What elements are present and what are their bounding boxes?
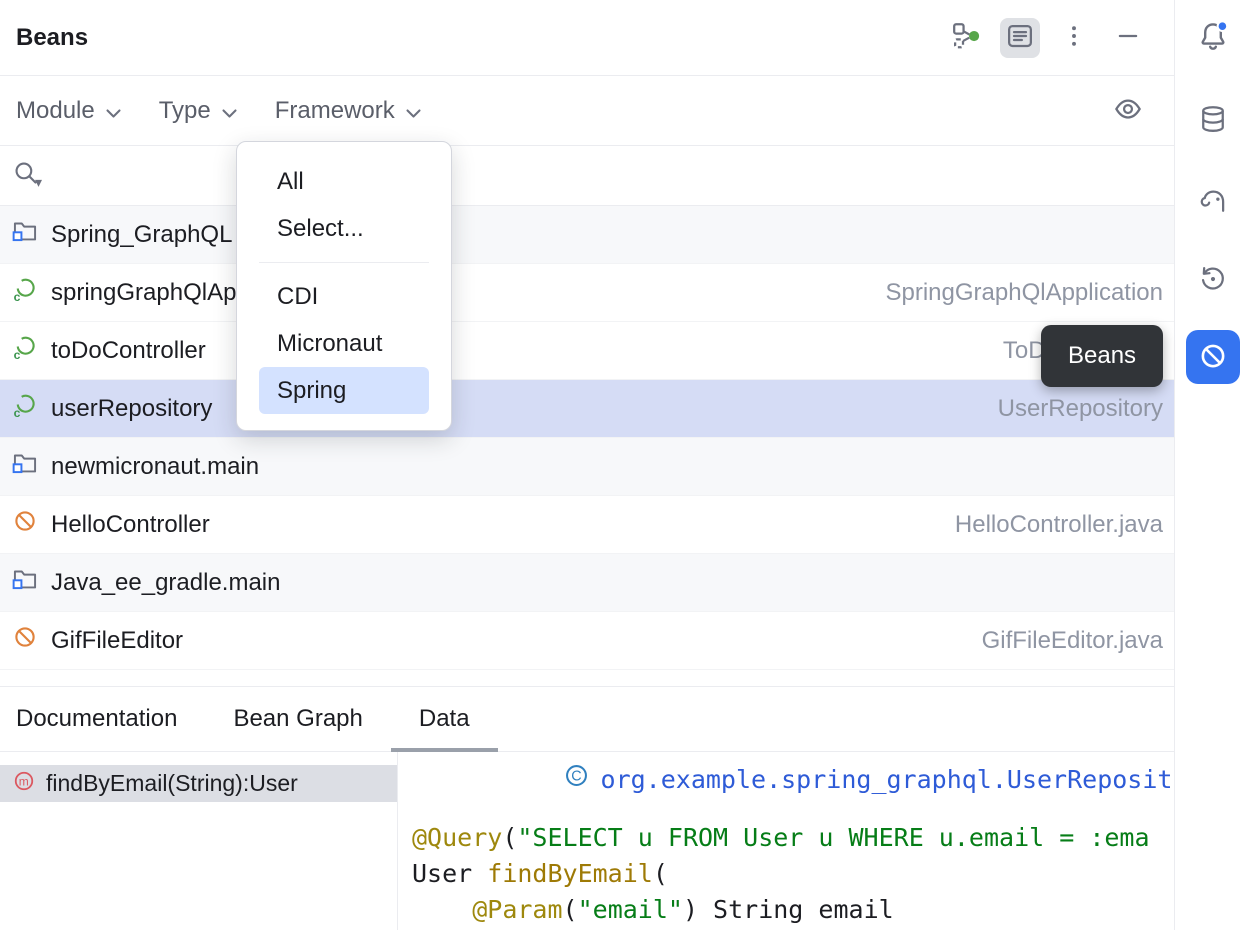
chevron-down-icon	[222, 97, 237, 125]
code-line: User findByEmail(	[412, 856, 1174, 892]
filter-bar: Module Type Framework	[0, 76, 1174, 146]
header-actions	[946, 18, 1148, 58]
svg-text:c: c	[14, 406, 21, 418]
more-options-button[interactable]	[1054, 18, 1094, 58]
chevron-down-icon	[406, 97, 421, 125]
bean-list-row[interactable]: GifFileEditor GifFileEditor.java	[0, 612, 1174, 670]
disabled-bean-icon	[12, 624, 38, 657]
eye-icon	[1113, 94, 1143, 127]
module-name: Java_ee_gradle.main	[51, 569, 281, 597]
tab-label: Documentation	[16, 705, 177, 733]
bean-graph-view-button[interactable]	[946, 18, 986, 58]
bean-list-row[interactable]: newmicronaut.main	[0, 438, 1174, 496]
gradle-elephant-icon	[1198, 186, 1228, 219]
module-folder-icon	[12, 566, 38, 599]
class-reference: org.example.spring_graphql.UserRepositor…	[601, 762, 1174, 798]
beans-tool-window: Beans	[0, 0, 1250, 930]
view-options-button[interactable]	[1108, 91, 1148, 131]
tab-data[interactable]: Data	[391, 687, 498, 751]
beans-tool-button[interactable]	[1186, 330, 1240, 384]
query-method-item[interactable]: m findByEmail(String):User	[0, 765, 397, 802]
spring-bean-icon: c	[12, 392, 38, 425]
database-icon	[1198, 104, 1228, 137]
method-signature: findByEmail(String):User	[46, 770, 298, 797]
module-name: Spring_GraphQL	[51, 221, 232, 249]
spring-bean-icon: c	[12, 276, 38, 309]
dropdown-item-select[interactable]: Select...	[259, 205, 429, 252]
tooltip-text: Beans	[1068, 342, 1136, 370]
method-icon: m	[12, 769, 36, 799]
code-panel: C org.example.spring_graphql.UserReposit…	[398, 752, 1174, 930]
bean-name: GifFileEditor	[51, 627, 183, 655]
history-icon	[1198, 264, 1228, 297]
module-folder-icon	[12, 450, 38, 483]
type-filter-label: Type	[159, 97, 211, 125]
bean-list-row[interactable]: HelloController HelloController.java	[0, 496, 1174, 554]
row-detail: HelloController.java	[955, 511, 1163, 539]
minimize-icon	[1115, 23, 1141, 52]
code-line: @Query("SELECT u FROM User u WHERE u.ema…	[412, 820, 1174, 856]
bean-list-row[interactable]: c toDoController ToDoController	[0, 322, 1174, 380]
tool-window-stripe	[1174, 0, 1250, 930]
tab-documentation[interactable]: Documentation	[16, 687, 205, 751]
tool-window-header: Beans	[0, 0, 1174, 76]
module-folder-icon	[12, 218, 38, 251]
tab-bean-graph[interactable]: Bean Graph	[205, 687, 390, 751]
bean-list-row[interactable]: Java_ee_gradle.main	[0, 554, 1174, 612]
history-tool-button[interactable]	[1190, 257, 1236, 303]
code-line: C org.example.spring_graphql.UserReposit…	[412, 762, 1174, 798]
bell-icon	[1197, 20, 1229, 55]
data-tab-panel: m findByEmail(String):User C org.example…	[0, 752, 1174, 930]
detail-tabs: Documentation Bean Graph Data	[0, 686, 1174, 752]
dropdown-item-all[interactable]: All	[259, 158, 429, 205]
bean-list-row-selected[interactable]: c userRepository UserRepository	[0, 380, 1174, 438]
tab-label: Bean Graph	[233, 705, 362, 733]
kebab-menu-icon	[1061, 23, 1087, 52]
framework-filter[interactable]: Framework	[275, 97, 421, 125]
bean-list-row[interactable]: c springGraphQlApplication SpringGraphQl…	[0, 264, 1174, 322]
detail-view-button[interactable]	[1000, 18, 1040, 58]
dropdown-item-cdi[interactable]: CDI	[259, 273, 429, 320]
bean-name: userRepository	[51, 395, 212, 423]
beans-tooltip: Beans	[1041, 325, 1163, 387]
disabled-bean-icon	[12, 508, 38, 541]
spring-bean-icon: c	[12, 334, 38, 367]
bean-name: toDoController	[51, 337, 206, 365]
dropdown-item-spring[interactable]: Spring	[259, 367, 429, 414]
module-name: newmicronaut.main	[51, 453, 259, 481]
svg-text:c: c	[14, 290, 21, 302]
row-detail: UserRepository	[998, 395, 1163, 423]
notifications-button[interactable]	[1190, 14, 1236, 60]
page-title: Beans	[16, 24, 88, 52]
svg-text:C: C	[571, 768, 581, 784]
module-filter-label: Module	[16, 97, 95, 125]
dropdown-separator	[259, 262, 429, 263]
module-filter[interactable]: Module	[16, 97, 121, 125]
type-filter[interactable]: Type	[159, 97, 237, 125]
bean-name: HelloController	[51, 511, 210, 539]
query-method-list: m findByEmail(String):User	[0, 752, 398, 930]
bean-list-row[interactable]: Spring_GraphQL	[0, 206, 1174, 264]
tab-label: Data	[419, 705, 470, 733]
hide-tool-window-button[interactable]	[1108, 18, 1148, 58]
svg-text:c: c	[14, 348, 21, 360]
bean-list: Spring_GraphQL c springGraphQlApplicatio…	[0, 206, 1174, 686]
code-line: @Param("email") String email	[412, 892, 1174, 928]
database-tool-button[interactable]	[1190, 97, 1236, 143]
svg-text:m: m	[19, 774, 29, 788]
row-detail: GifFileEditor.java	[982, 627, 1163, 655]
dropdown-item-micronaut[interactable]: Micronaut	[259, 320, 429, 367]
detail-view-icon	[1005, 21, 1035, 54]
gradle-tool-button[interactable]	[1190, 179, 1236, 225]
row-detail: SpringGraphQlApplication	[886, 279, 1164, 307]
bean-graph-icon	[951, 21, 981, 54]
beans-icon	[1198, 341, 1228, 374]
framework-filter-label: Framework	[275, 97, 395, 125]
search-history-caret-icon: ▾	[35, 174, 42, 191]
search-field[interactable]: ▾	[0, 146, 1174, 206]
framework-dropdown-menu: All Select... CDI Micronaut Spring	[236, 141, 452, 431]
chevron-down-icon	[106, 97, 121, 125]
